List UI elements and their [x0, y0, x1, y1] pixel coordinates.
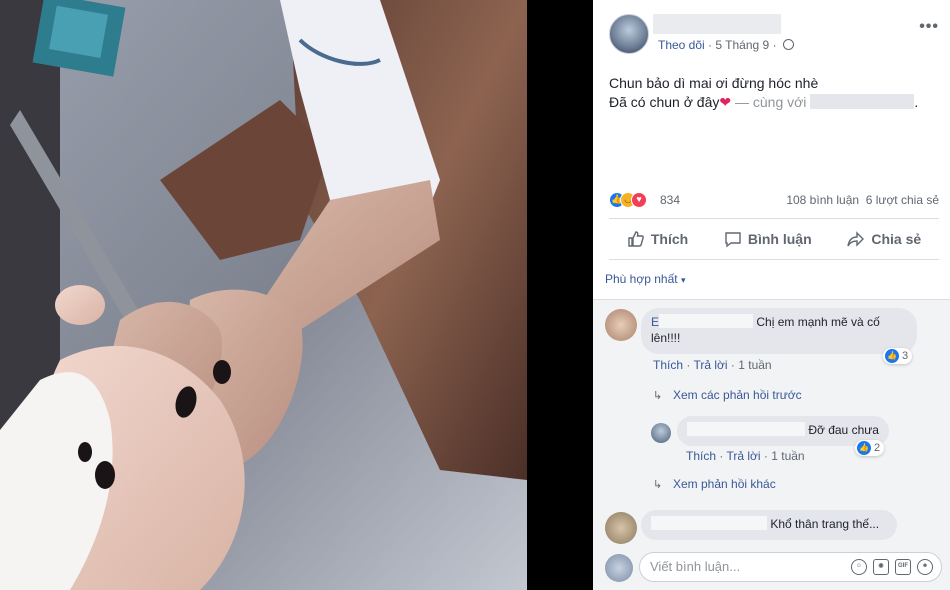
comment-like-count[interactable]: 👍 3: [883, 348, 913, 364]
current-user-avatar: [605, 554, 633, 582]
share-icon: [847, 231, 865, 247]
reply-arrow-icon: ↳: [653, 390, 663, 402]
commenter-name-redacted[interactable]: [651, 516, 767, 530]
follow-link[interactable]: Theo dõi: [658, 38, 705, 52]
comment-icon: [725, 232, 741, 248]
commenter-name-redacted[interactable]: [659, 314, 754, 328]
reply-actions: Thích · Trả lời · 1 tuần: [686, 449, 805, 463]
divider: [609, 259, 939, 260]
photo-margin: [527, 0, 593, 590]
post-meta: Theo dõi · 5 Tháng 9 ·: [658, 38, 794, 52]
view-previous-replies[interactable]: ↳ Xem các phản hồi trước: [653, 388, 802, 402]
author-name-redacted[interactable]: [653, 14, 781, 34]
reaction-icons[interactable]: 👍◡ ♥: [609, 192, 647, 208]
comment-sort-dropdown[interactable]: Phù hợp nhất ▾: [605, 272, 685, 286]
with-label: — cùng với: [734, 94, 807, 110]
comment-input-box[interactable]: ☺ ◉ GIF ☻: [639, 552, 942, 582]
camera-icon[interactable]: ◉: [873, 559, 889, 575]
heart-icon: ❤: [719, 94, 732, 110]
comment-text: Khổ thân trang thế...: [770, 517, 880, 531]
tagged-person-redacted[interactable]: [810, 94, 915, 109]
comment-bubble: Khổ thân trang thế...: [641, 510, 897, 540]
post-header: Theo dõi · 5 Tháng 9 · •••: [609, 14, 939, 58]
replier-name-redacted[interactable]: [687, 422, 805, 436]
composer-icons: ☺ ◉ GIF ☻: [851, 559, 933, 575]
commenter-avatar[interactable]: [605, 309, 637, 341]
share-count[interactable]: 6 lượt chia sẻ: [866, 193, 939, 207]
divider: [609, 218, 939, 219]
reply-text: Đỡ đau chưa: [808, 423, 879, 437]
reply-avatar[interactable]: [651, 423, 671, 443]
reply-reply-link[interactable]: Trả lời: [726, 449, 760, 463]
thumbs-up-icon: [628, 231, 644, 247]
post-date[interactable]: 5 Tháng 9: [715, 38, 769, 52]
photo-illustration: [0, 0, 527, 590]
reply-like-count[interactable]: 👍 2: [855, 440, 885, 456]
post-photo[interactable]: [0, 0, 527, 590]
comment-actions: Thích · Trả lời · 1 tuần: [653, 358, 772, 372]
meta-separator: ·: [772, 38, 777, 52]
comment-like-link[interactable]: Thích: [653, 358, 683, 372]
gif-icon[interactable]: GIF: [895, 559, 911, 575]
post-line-1: Chun bảo dì mai ơi đừng hóc nhè: [609, 75, 819, 91]
comment-reply-link[interactable]: Trả lời: [693, 358, 727, 372]
author-avatar[interactable]: [609, 14, 649, 54]
like-reaction-icon: 👍: [885, 349, 899, 363]
divider: [593, 299, 950, 300]
chevron-down-icon: ▾: [680, 275, 686, 285]
comment-time[interactable]: 1 tuần: [738, 358, 771, 372]
more-options-icon[interactable]: •••: [919, 18, 939, 36]
emoji-icon[interactable]: ☺: [851, 559, 867, 575]
comment-bubble: E Chị em mạnh mẽ và cố lên!!!!: [641, 308, 917, 354]
post-side-panel: Theo dõi · 5 Tháng 9 · ••• Chun bảo dì m…: [593, 0, 950, 590]
commenter-avatar[interactable]: [605, 512, 637, 544]
like-button[interactable]: Thích: [627, 230, 688, 248]
like-reaction-icon: 👍: [857, 441, 871, 455]
post-text: Chun bảo dì mai ơi đừng hóc nhè Đã có ch…: [609, 74, 939, 112]
comment-input[interactable]: [650, 559, 830, 574]
globe-icon: [782, 39, 794, 50]
comment-composer: ☺ ◉ GIF ☻: [605, 552, 942, 582]
meta-separator: ·: [708, 38, 713, 52]
share-button[interactable]: Chia sẻ: [847, 230, 921, 248]
reply-time[interactable]: 1 tuần: [771, 449, 804, 463]
love-reaction-icon: ♥: [631, 192, 647, 208]
view-more-replies[interactable]: ↳ Xem phản hồi khác: [653, 477, 776, 491]
post-actions: Thích Bình luận Chia sẻ: [609, 222, 939, 256]
reaction-count[interactable]: 834: [660, 193, 680, 207]
comment-share-counts: 108 bình luận 6 lượt chia sẻ: [786, 193, 939, 207]
comment-button[interactable]: Bình luận: [724, 230, 812, 248]
reply-like-link[interactable]: Thích: [686, 449, 716, 463]
post-line-2: Đã có chun ở đây❤ — cùng với .: [609, 94, 919, 110]
comment-count[interactable]: 108 bình luận: [786, 193, 859, 207]
sticker-icon[interactable]: ☻: [917, 559, 933, 575]
reactions-bar: 👍◡ ♥ 834 108 bình luận 6 lượt chia sẻ: [609, 190, 939, 210]
reply-arrow-icon: ↳: [653, 479, 663, 491]
